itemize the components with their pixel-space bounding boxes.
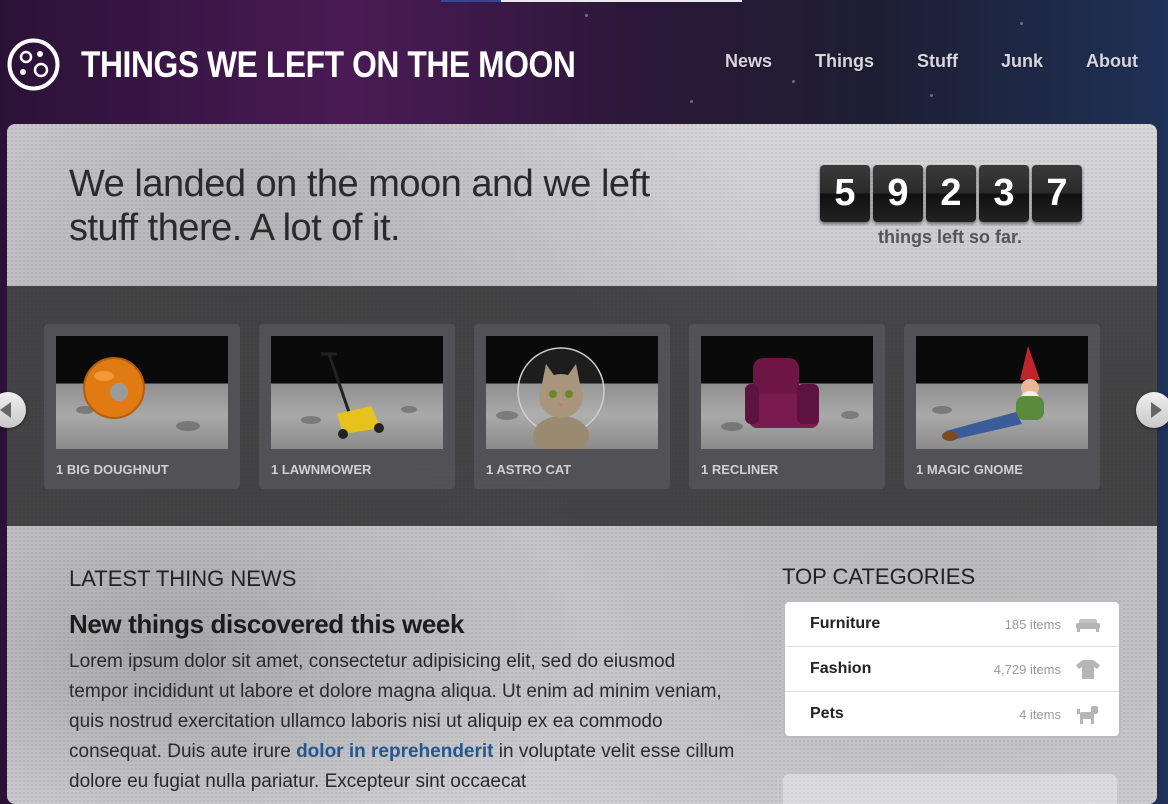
carousel-card[interactable]: 1 BIG DOUGHNUT <box>44 324 240 489</box>
category-name: Fashion <box>810 660 872 677</box>
carousel-caption: 1 LAWNMOWER <box>271 462 372 477</box>
nav-about[interactable]: About <box>1086 51 1138 72</box>
carousel-next-button[interactable] <box>1136 392 1168 428</box>
nav-news[interactable]: News <box>725 51 772 72</box>
main-panel: We landed on the moon and we left stuff … <box>7 124 1157 804</box>
nav-junk[interactable]: Junk <box>1001 51 1043 72</box>
news-section-heading: LATEST THING NEWS <box>69 566 297 591</box>
categories-list: Furniture 185 items Fashion 4,729 items … <box>783 600 1121 738</box>
carousel-card[interactable]: 1 MAGIC GNOME <box>904 324 1100 489</box>
lawnmower-image <box>271 336 443 449</box>
chevron-left-icon <box>0 402 11 418</box>
counter-digit: 2 <box>926 165 976 222</box>
news-body-link[interactable]: dolor in reprehenderit <box>296 741 493 762</box>
site-header: THINGS WE LEFT ON THE MOON News Things S… <box>0 0 1168 124</box>
carousel-card[interactable]: 1 ASTRO CAT <box>474 324 670 489</box>
carousel-caption: 1 BIG DOUGHNUT <box>56 462 169 477</box>
category-count: 4,729 items <box>993 662 1061 677</box>
nav-stuff[interactable]: Stuff <box>917 51 958 72</box>
nav-things[interactable]: Things <box>815 51 874 72</box>
dog-icon <box>1077 706 1098 724</box>
counter-label: things left so far. <box>877 227 1023 247</box>
astro-cat-image <box>486 336 658 449</box>
category-item-furniture[interactable]: Furniture 185 items <box>785 602 1119 647</box>
site-logo-link[interactable]: THINGS WE LEFT ON THE MOON <box>6 37 656 92</box>
counter-digit: 9 <box>873 165 923 222</box>
moon-logo-icon <box>7 38 60 91</box>
things-carousel: 1 BIG DOUGHNUT 1 LAWNMOWER 1 ASTRO CAT 1… <box>7 286 1157 526</box>
category-item-fashion[interactable]: Fashion 4,729 items <box>785 647 1119 692</box>
carousel-caption: 1 MAGIC GNOME <box>916 462 1023 477</box>
tshirt-icon <box>1076 660 1100 679</box>
category-item-pets[interactable]: Pets 4 items <box>785 692 1119 736</box>
doughnut-image <box>56 336 228 449</box>
sofa-icon <box>1076 619 1100 632</box>
counter-digit: 5 <box>820 165 870 222</box>
site-title: THINGS WE LEFT ON THE MOON <box>81 43 576 85</box>
news-article-title: New things discovered this week <box>69 609 465 639</box>
carousel-caption: 1 RECLINER <box>701 462 779 477</box>
categories-heading: TOP CATEGORIES <box>782 564 976 589</box>
category-name: Furniture <box>810 615 881 632</box>
category-name: Pets <box>810 705 844 722</box>
category-count: 185 items <box>1004 617 1061 632</box>
main-nav: News Things Stuff Junk About <box>682 51 1138 72</box>
hero-headline: We landed on the moon and we left stuff … <box>69 163 650 249</box>
things-counter: 5 9 2 3 7 <box>820 165 1085 222</box>
carousel-card[interactable]: 1 LAWNMOWER <box>259 324 455 489</box>
news-article-body: Lorem ipsum dolor sit amet, consectetur … <box>69 647 739 797</box>
secondary-box <box>783 774 1117 804</box>
carousel-card[interactable]: 1 RECLINER <box>689 324 885 489</box>
counter-digit: 3 <box>979 165 1029 222</box>
gnome-image <box>916 336 1088 449</box>
category-count: 4 items <box>1019 707 1061 722</box>
carousel-caption: 1 ASTRO CAT <box>486 462 572 477</box>
chevron-right-icon <box>1151 402 1162 418</box>
recliner-image <box>701 336 873 449</box>
counter-digit: 7 <box>1032 165 1082 222</box>
